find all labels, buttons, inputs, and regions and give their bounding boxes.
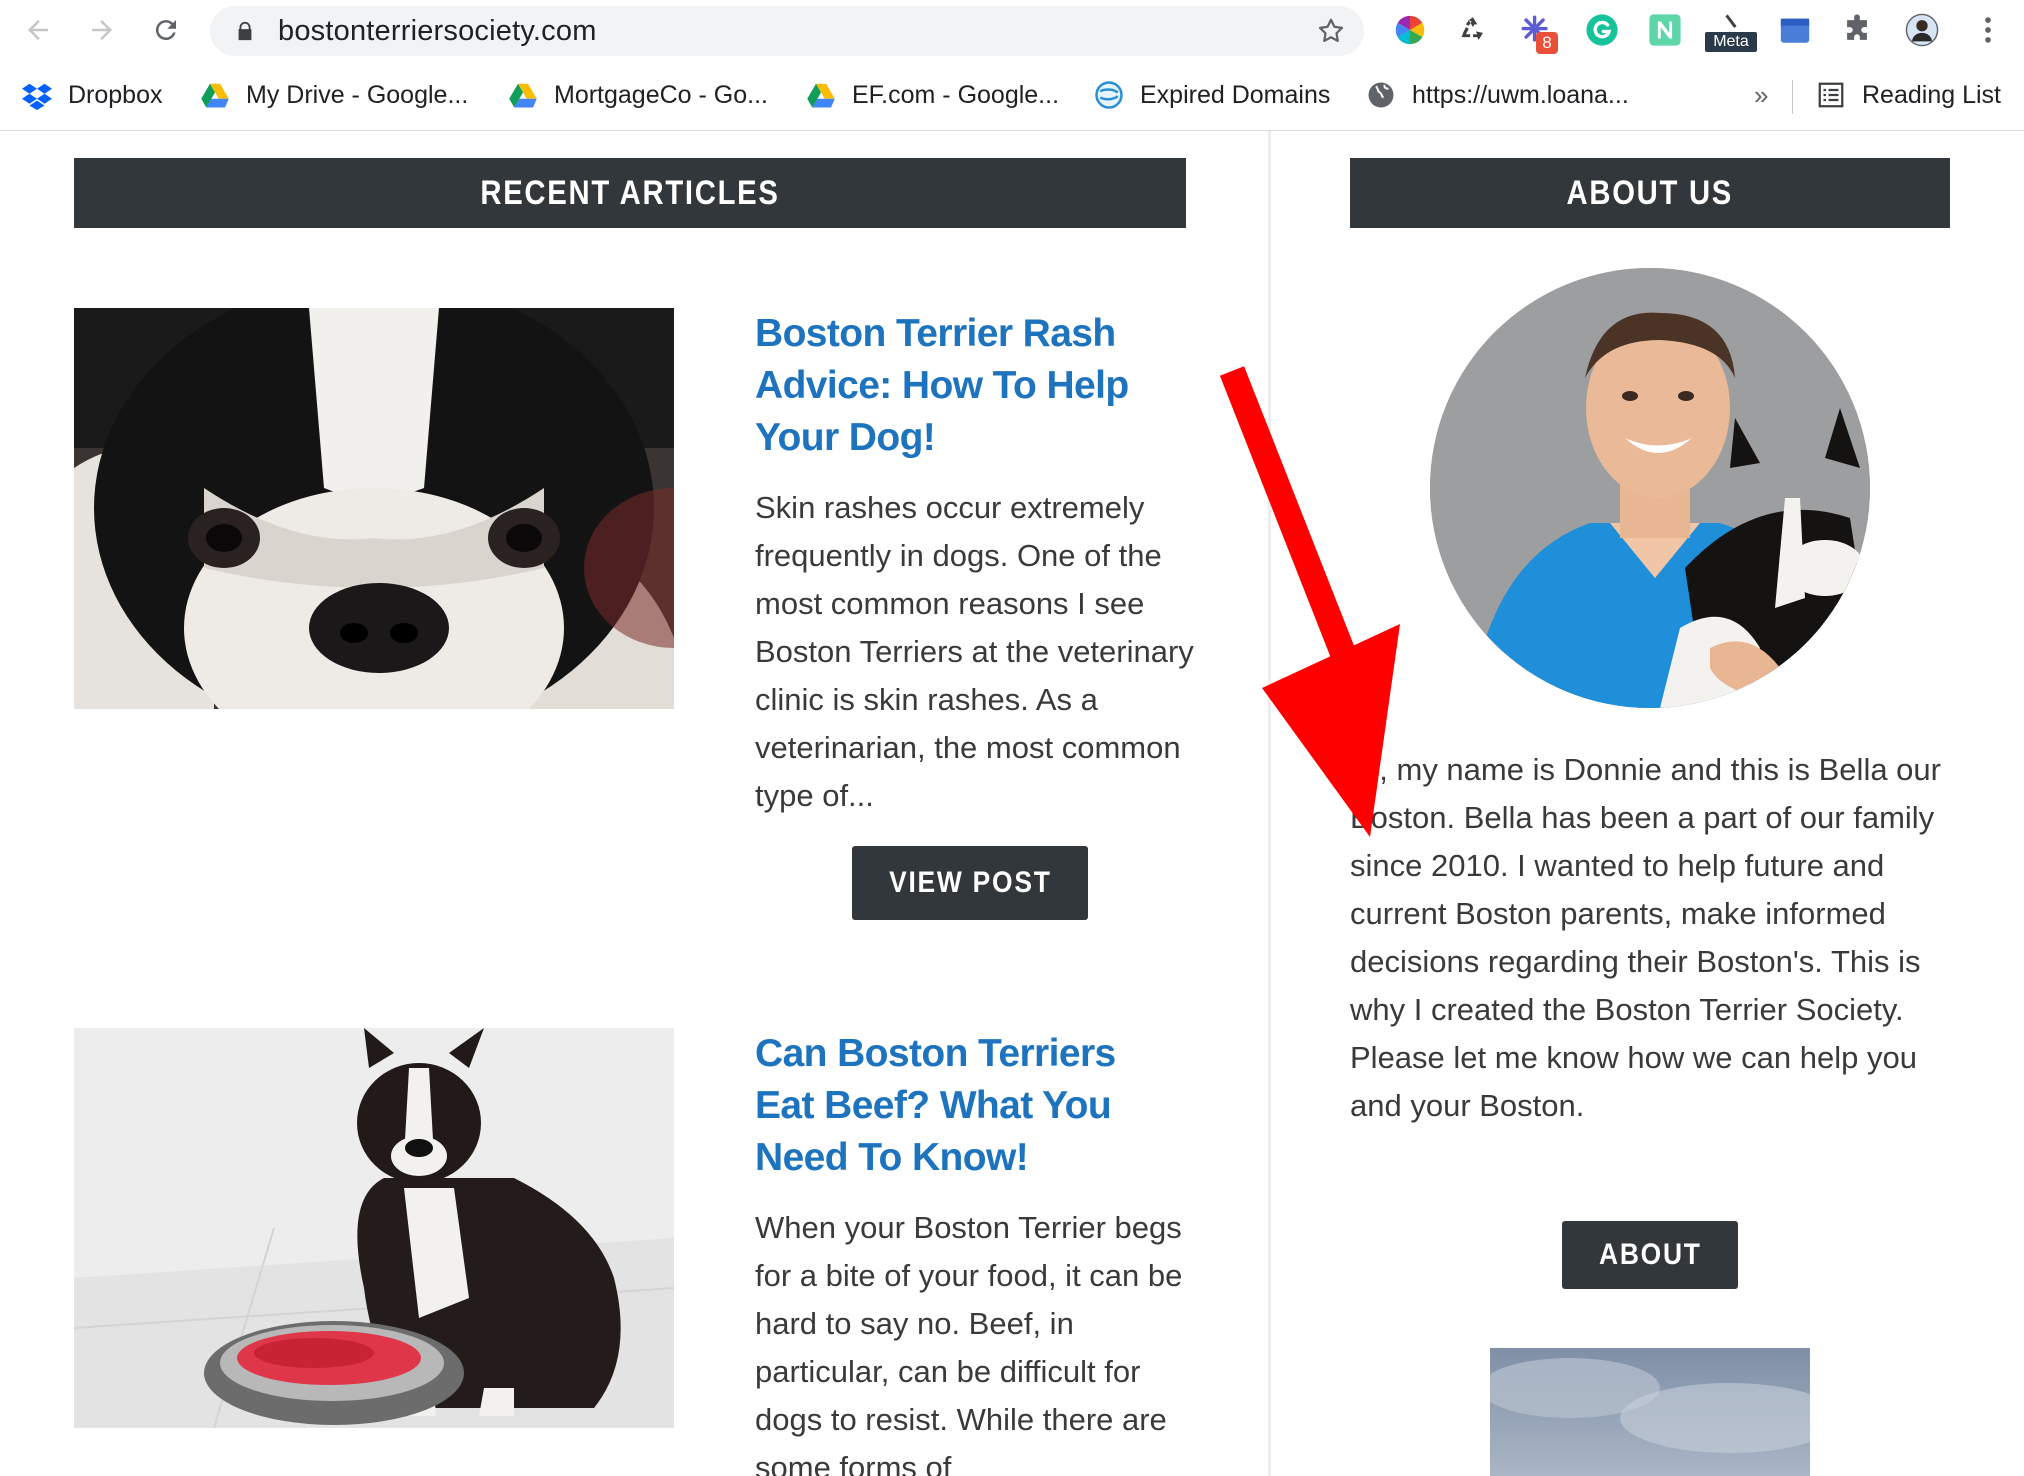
bookmark-label: MortgageCo - Go... [554,80,768,109]
article-1-title-link[interactable]: Boston Terrier Rash Advice: How To Help … [755,308,1175,464]
bookmarks-overflow-button[interactable]: » [1754,78,1768,112]
meta-extension-icon[interactable]: Meta [1705,10,1757,52]
red-annotation-arrow [1219,366,1400,837]
bookmark-label: Dropbox [68,80,163,109]
reading-list-label: Reading List [1862,80,2001,109]
article-2-title-link[interactable]: Can Boston Terriers Eat Beef? What You N… [755,1028,1175,1184]
dropbox-icon [22,80,52,110]
bookmark-star-icon[interactable] [1316,16,1346,46]
bookmark-ef-com[interactable]: EF.com - Google... [806,78,1059,112]
view-post-button[interactable]: VIEW POST [852,846,1088,920]
globe-blue-icon [1094,80,1124,110]
overflow-chevron-icon: » [1754,79,1769,110]
bookmark-uwm[interactable]: https://uwm.loana... [1366,78,1629,112]
bookmark-label: EF.com - Google... [852,80,1060,109]
browser-toolbar: bostonterriersociety.com 8 Meta [0,0,2024,60]
bookmarks-bar: Dropbox My Drive - Google... MortgageCo … [0,60,2024,131]
bookmark-label: My Drive - Google... [246,80,469,109]
bookmark-label: Expired Domains [1140,80,1331,109]
back-icon[interactable] [16,8,60,52]
about-us-heading-text: ABOUT US [1566,173,1734,212]
url-text: bostonterriersociety.com [278,14,597,47]
bookmarks-divider [1792,80,1793,114]
lock-icon [238,21,252,41]
google-drive-icon [200,80,230,110]
grammarly-icon[interactable] [1582,10,1622,50]
bookmark-mortgageco[interactable]: MortgageCo - Go... [508,78,768,112]
about-button[interactable]: ABOUT [1562,1221,1738,1289]
article-1-excerpt: Skin rashes occur extremely frequently i… [755,490,1194,813]
address-bar[interactable]: bostonterriersociety.com [210,6,1364,56]
reading-list-icon [1816,80,1846,110]
about-avatar-photo [1430,268,1870,708]
puzzle-extensions-icon[interactable] [1837,10,1877,50]
calendar-extension-icon[interactable] [1775,10,1815,50]
about-us-heading: ABOUT US [1350,158,1950,228]
sidebar-promo-image[interactable] [1490,1348,1810,1476]
reading-list-button[interactable]: Reading List [1816,78,2001,112]
google-drive-icon [508,80,538,110]
menu-dots-icon[interactable] [1968,10,2008,50]
asterisk-extension-icon[interactable]: 8 [1516,10,1558,54]
meta-label: Meta [1705,32,1757,52]
bookmark-label: https://uwm.loana... [1412,80,1629,109]
reload-icon[interactable] [144,8,188,52]
google-drive-icon [806,80,836,110]
bookmark-dropbox[interactable]: Dropbox [22,78,163,112]
view-post-label: VIEW POST [888,866,1052,899]
n-extension-icon[interactable] [1645,10,1685,50]
page-content: RECENT ARTICLES Boston Terrier Rash Advi… [0,131,2024,1476]
extension-badge: 8 [1536,32,1558,54]
recent-articles-heading: RECENT ARTICLES [74,158,1186,228]
bookmark-my-drive[interactable]: My Drive - Google... [200,78,468,112]
recycle-extension-icon[interactable] [1453,10,1493,50]
bookmark-expired-domains[interactable]: Expired Domains [1094,78,1330,112]
profile-avatar-icon[interactable] [1902,10,1942,50]
forward-icon[interactable] [80,8,124,52]
article-2-excerpt: When your Boston Terrier begs for a bite… [755,1210,1183,1476]
globe-icon [1366,80,1396,110]
color-wheel-extension-icon[interactable] [1390,10,1430,50]
article-2-thumbnail[interactable] [74,1028,674,1428]
recent-articles-heading-text: RECENT ARTICLES [480,173,780,212]
about-button-label: ABOUT [1598,1238,1702,1271]
article-1-thumbnail[interactable] [74,308,674,709]
about-us-text: Hi, my name is Donnie and this is Bella … [1350,752,1941,1123]
